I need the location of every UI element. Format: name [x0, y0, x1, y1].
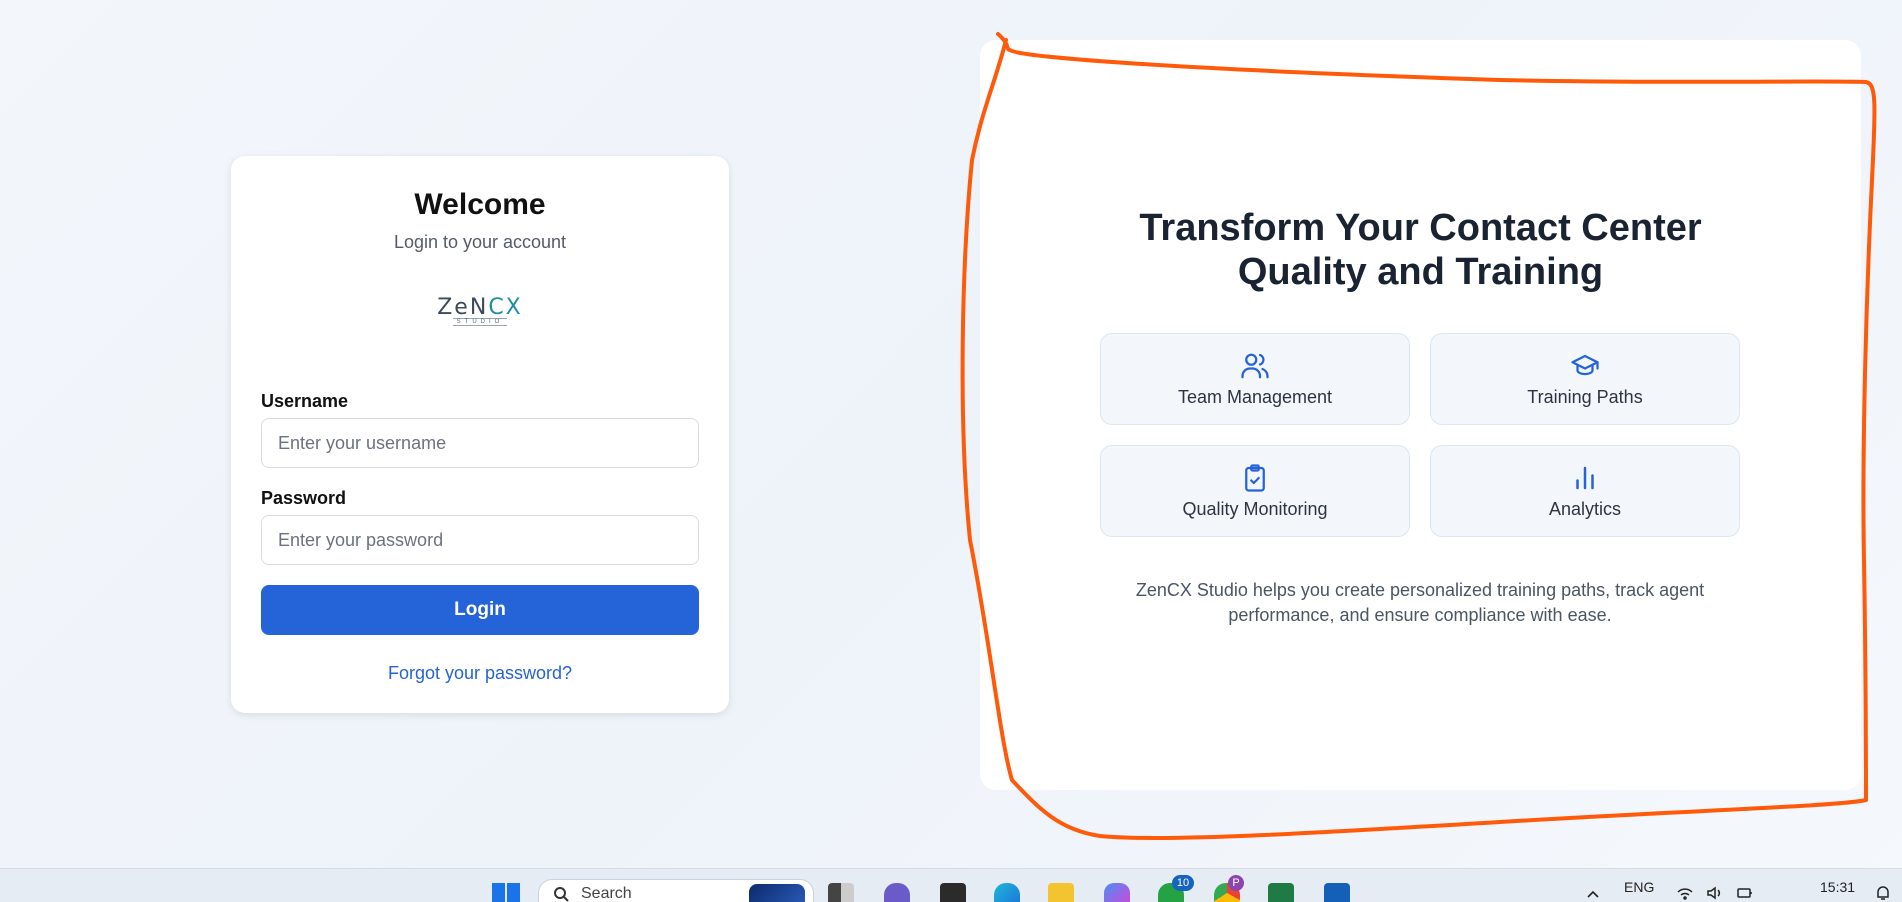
chrome-profile-badge: P	[1228, 875, 1244, 891]
volume-icon[interactable]	[1706, 885, 1724, 901]
feature-grid: Team Management Training Paths Quality M…	[1100, 333, 1740, 537]
clock-time[interactable]: 15:31	[1820, 879, 1855, 895]
password-input[interactable]	[261, 515, 699, 565]
logo-wordmark: ZeNCX	[437, 295, 523, 320]
username-input[interactable]	[261, 418, 699, 468]
chevron-up-icon[interactable]	[1584, 885, 1602, 901]
clipboard-check-icon	[1245, 463, 1265, 492]
search-label: Search	[581, 884, 632, 902]
promo-panel: Transform Your Contact Center Quality an…	[980, 40, 1861, 790]
edge-icon[interactable]	[994, 883, 1020, 902]
feature-label: Team Management	[1177, 386, 1333, 407]
excel-icon[interactable]	[1268, 883, 1294, 902]
login-title: Welcome	[414, 188, 546, 221]
language-indicator[interactable]: ENG	[1624, 879, 1654, 895]
file-explorer-icon[interactable]	[1048, 883, 1074, 902]
login-card: Welcome Login to your account ZeNCX STUD…	[231, 156, 729, 713]
notification-bell-icon[interactable]	[1874, 885, 1892, 901]
users-icon	[1241, 353, 1269, 378]
battery-icon[interactable]	[1736, 885, 1754, 901]
teams-icon[interactable]	[884, 883, 910, 902]
wifi-icon[interactable]	[1676, 885, 1694, 901]
feature-label: Analytics	[1548, 498, 1622, 519]
feature-card-training-paths: Training Paths	[1430, 333, 1740, 425]
login-subtitle: Login to your account	[393, 232, 567, 252]
bar-chart-icon	[1576, 466, 1594, 489]
feature-card-team-management: Team Management	[1100, 333, 1410, 425]
password-label: Password	[261, 488, 347, 508]
forgot-password-link[interactable]: Forgot your password?	[261, 663, 699, 684]
windows-taskbar: Search 10 P ENG 15:31	[0, 868, 1902, 902]
whatsapp-notification-badge: 10	[1172, 875, 1194, 891]
task-view-icon[interactable]	[828, 883, 854, 902]
feature-card-analytics: Analytics	[1430, 445, 1740, 537]
copilot-icon[interactable]	[1104, 883, 1130, 902]
search-icon	[554, 886, 569, 902]
username-label: Username	[261, 391, 349, 411]
feature-label: Quality Monitoring	[1182, 498, 1328, 519]
windows-start-icon[interactable]	[492, 883, 522, 902]
logo-subtitle: STUDIO	[452, 318, 508, 326]
feature-card-quality-monitoring: Quality Monitoring	[1100, 445, 1410, 537]
feature-label: Training Paths	[1527, 386, 1643, 407]
search-highlight-image	[749, 884, 805, 902]
promo-title: Transform Your Contact Center Quality an…	[1139, 207, 1702, 293]
taskbar-search-box[interactable]: Search	[538, 879, 814, 902]
zencx-logo: ZeNCX STUDIO	[261, 295, 699, 335]
terminal-icon[interactable]	[940, 883, 966, 902]
promo-description: ZenCX Studio helps you create personaliz…	[1135, 580, 1705, 625]
outlook-icon[interactable]	[1324, 883, 1350, 902]
graduation-cap-icon	[1571, 354, 1599, 375]
login-button[interactable]: Login	[261, 585, 699, 635]
